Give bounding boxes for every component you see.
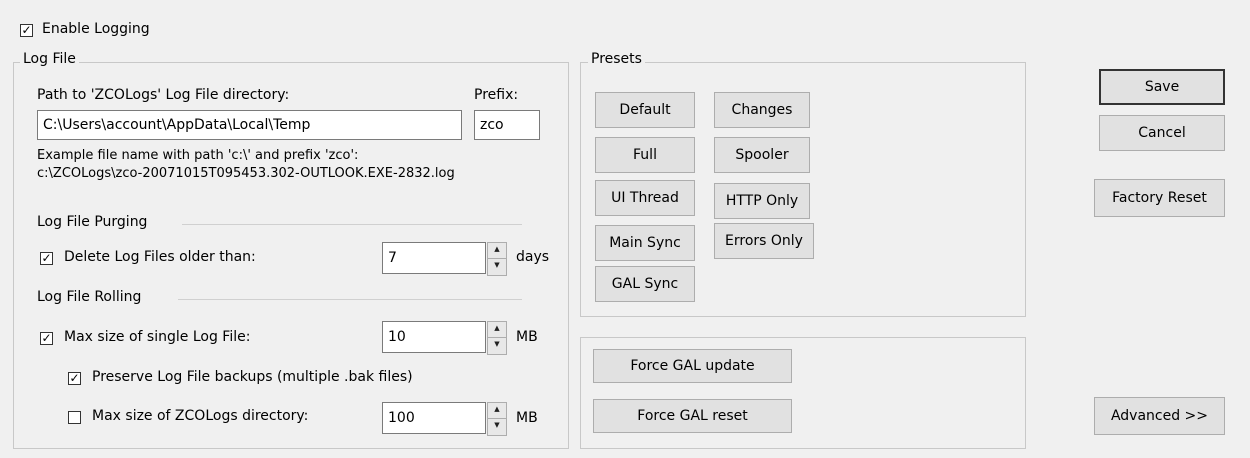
preset-http-only-button[interactable]: HTTP Only: [714, 183, 810, 219]
rolling-separator: [178, 299, 522, 300]
spin-down-icon[interactable]: ▼: [488, 419, 506, 435]
example-line-2: c:\ZCOLogs\zco-20071015T095453.302-OUTLO…: [37, 166, 455, 181]
cancel-button[interactable]: Cancel: [1099, 115, 1225, 151]
check-icon: ✓: [41, 331, 52, 345]
enable-logging-label: Enable Logging: [42, 21, 150, 37]
days-spinner[interactable]: ▲ ▼: [487, 242, 507, 276]
max-log-size-label: Max size of single Log File:: [64, 329, 251, 345]
log-file-group-title: Log File: [20, 51, 79, 67]
max-dir-size-checkbox[interactable]: [68, 411, 81, 424]
force-gal-reset-button[interactable]: Force GAL reset: [593, 399, 792, 433]
save-button[interactable]: Save: [1099, 69, 1225, 105]
delete-old-logs-label: Delete Log Files older than:: [64, 249, 256, 265]
log-file-purging-heading: Log File Purging: [37, 214, 148, 230]
days-unit-label: days: [516, 249, 550, 265]
check-icon: ✓: [21, 23, 32, 37]
spin-up-icon[interactable]: ▲: [488, 243, 506, 259]
preset-full-button[interactable]: Full: [595, 137, 695, 173]
max-dir-size-spinner[interactable]: ▲ ▼: [487, 402, 507, 436]
log-path-input[interactable]: C:\Users\account\AppData\Local\Temp: [37, 110, 462, 140]
presets-group-title: Presets: [588, 51, 645, 67]
max-log-size-spinner[interactable]: ▲ ▼: [487, 321, 507, 355]
factory-reset-button[interactable]: Factory Reset: [1094, 179, 1225, 217]
spin-down-icon[interactable]: ▼: [488, 338, 506, 354]
prefix-input[interactable]: zco: [474, 110, 540, 140]
enable-logging-checkbox[interactable]: ✓: [20, 24, 33, 37]
preset-ui-thread-button[interactable]: UI Thread: [595, 180, 695, 216]
max-log-size-unit: MB: [516, 329, 538, 345]
preset-errors-only-button[interactable]: Errors Only: [714, 223, 814, 259]
check-icon: ✓: [69, 371, 80, 385]
preset-default-button[interactable]: Default: [595, 92, 695, 128]
days-input[interactable]: 7: [382, 242, 486, 274]
preset-gal-sync-button[interactable]: GAL Sync: [595, 266, 695, 302]
check-icon: ✓: [41, 251, 52, 265]
force-gal-update-button[interactable]: Force GAL update: [593, 349, 792, 383]
spin-up-icon[interactable]: ▲: [488, 322, 506, 338]
preserve-backups-label: Preserve Log File backups (multiple .bak…: [92, 369, 413, 385]
max-dir-size-label: Max size of ZCOLogs directory:: [92, 408, 309, 424]
preset-spooler-button[interactable]: Spooler: [714, 137, 810, 173]
spin-up-icon[interactable]: ▲: [488, 403, 506, 419]
preset-main-sync-button[interactable]: Main Sync: [595, 225, 695, 261]
advanced-button[interactable]: Advanced >>: [1094, 397, 1225, 435]
preset-changes-button[interactable]: Changes: [714, 92, 810, 128]
path-label: Path to 'ZCOLogs' Log File directory:: [37, 87, 290, 103]
prefix-label: Prefix:: [474, 87, 519, 103]
example-line-1: Example file name with path 'c:\' and pr…: [37, 148, 359, 163]
preserve-backups-checkbox[interactable]: ✓: [68, 372, 81, 385]
max-dir-size-unit: MB: [516, 410, 538, 426]
log-file-rolling-heading: Log File Rolling: [37, 289, 142, 305]
delete-old-logs-checkbox[interactable]: ✓: [40, 252, 53, 265]
spin-down-icon[interactable]: ▼: [488, 259, 506, 275]
max-log-size-input[interactable]: 10: [382, 321, 486, 353]
max-log-size-checkbox[interactable]: ✓: [40, 332, 53, 345]
max-dir-size-input[interactable]: 100: [382, 402, 486, 434]
purging-separator: [182, 224, 522, 225]
